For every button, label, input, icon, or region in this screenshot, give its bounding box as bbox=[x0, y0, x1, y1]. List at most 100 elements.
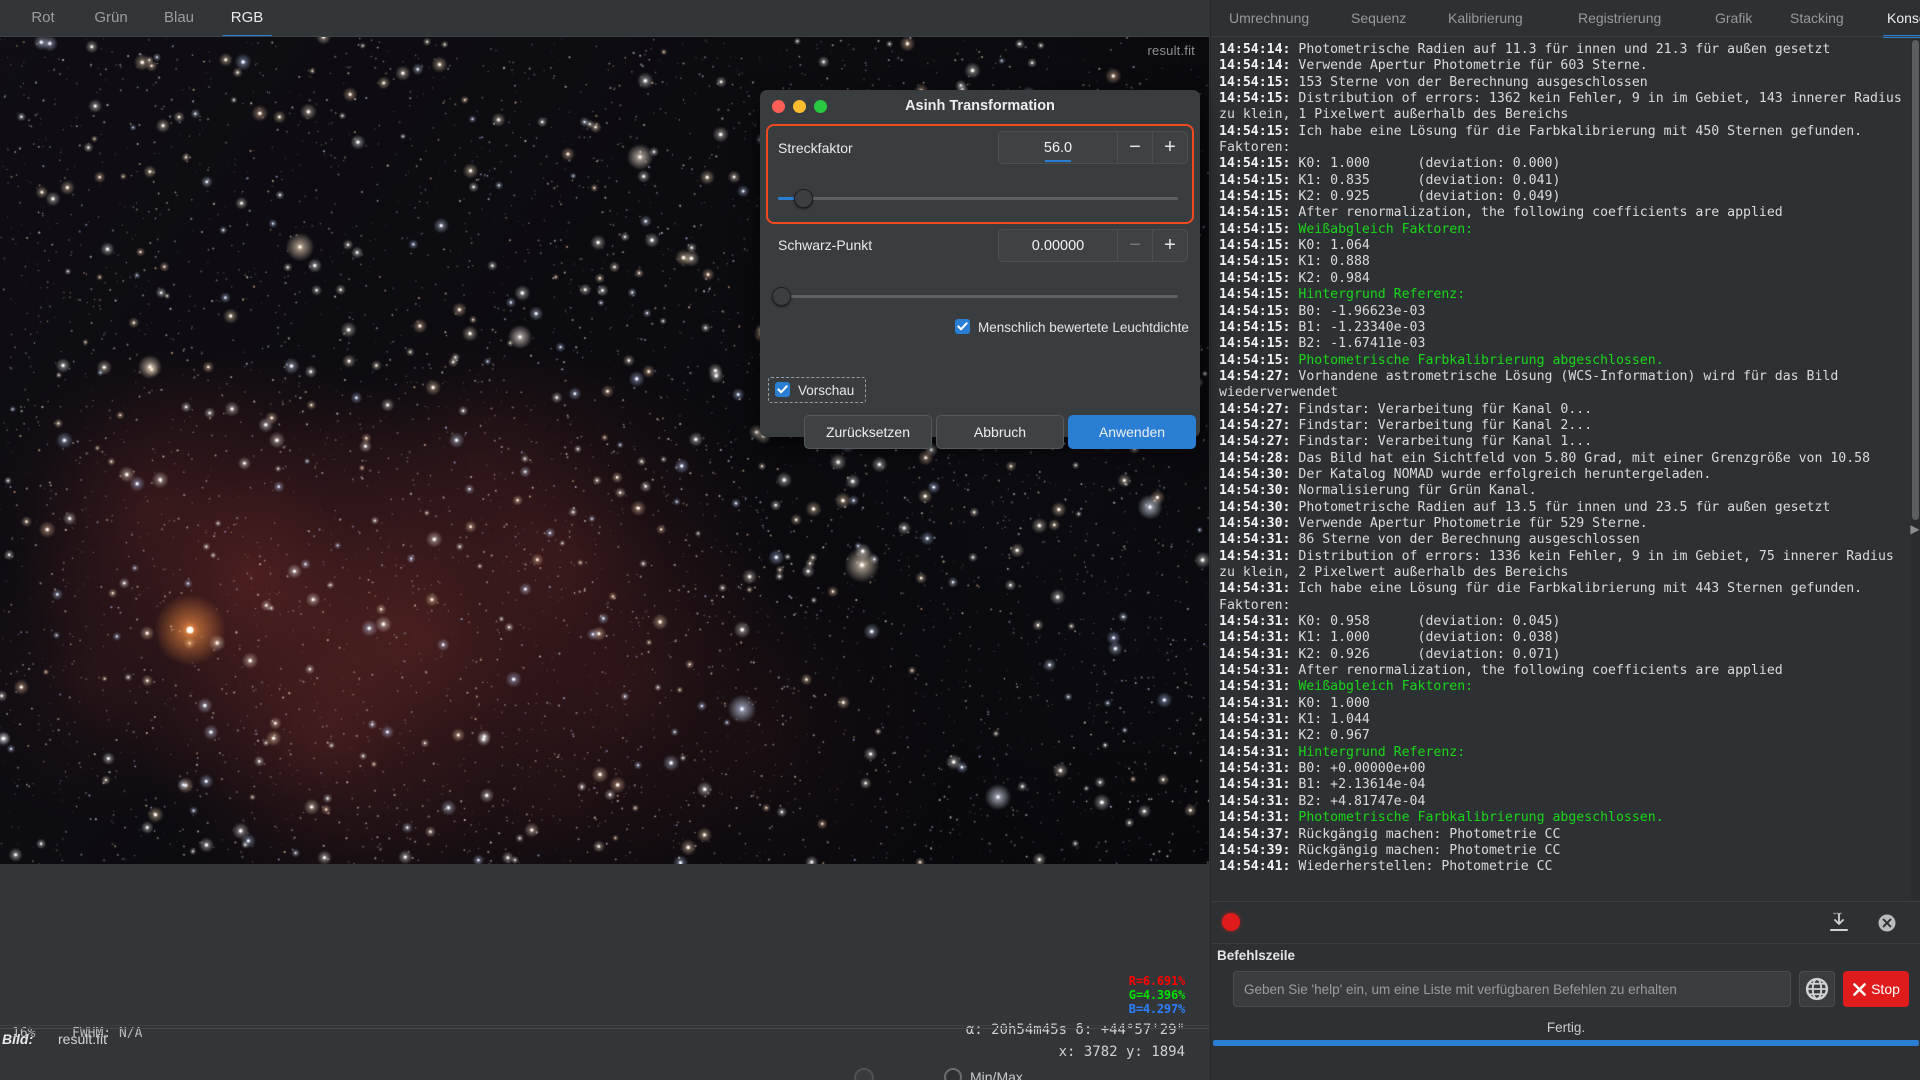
tab-umrechnung[interactable]: Umrechnung bbox=[1229, 5, 1309, 31]
channel-tab-label: Blau bbox=[163, 9, 195, 26]
tab-registrierung[interactable]: Registrierung bbox=[1578, 5, 1661, 31]
log-timestamp: 14:54:31: bbox=[1219, 695, 1291, 711]
log-message: Photometrische Radien auf 11.3 für innen… bbox=[1290, 42, 1831, 57]
reset-button[interactable]: Zurücksetzen bbox=[804, 415, 932, 449]
log-message: B0: -1.96623e-03 bbox=[1290, 303, 1426, 319]
log-message: Photometrische Farbkalibrierung abgeschl… bbox=[1290, 810, 1664, 826]
log-message: K2: 0.984 bbox=[1290, 270, 1370, 286]
human-luminance-checkbox[interactable] bbox=[955, 319, 970, 334]
display-knob[interactable] bbox=[854, 1068, 874, 1080]
tab-label: Grafik bbox=[1715, 10, 1753, 26]
tab-label: Kalibrierung bbox=[1448, 10, 1523, 26]
tab-kalibrierung[interactable]: Kalibrierung bbox=[1448, 5, 1523, 31]
console-log-line: 14:54:31: B2: +4.81747e-04 bbox=[1219, 794, 1907, 810]
console-log-line: 14:54:15: K2: 0.984 bbox=[1219, 271, 1907, 287]
clear-log-icon[interactable] bbox=[1877, 913, 1897, 933]
log-timestamp: 14:54:14: bbox=[1219, 42, 1291, 57]
log-message: Rückgängig machen: Photometrie CC bbox=[1290, 826, 1561, 842]
console-log-line: 14:54:31: Weißabgleich Faktoren: bbox=[1219, 679, 1907, 695]
log-message: B2: +4.81747e-04 bbox=[1290, 793, 1426, 809]
export-log-icon[interactable] bbox=[1827, 911, 1851, 935]
black-point-value-container[interactable]: 0.00000 bbox=[999, 230, 1117, 261]
log-timestamp: 14:54:30: bbox=[1219, 499, 1291, 515]
console-log-line: 14:54:31: K0: 0.958 (deviation: 0.045) bbox=[1219, 614, 1907, 630]
log-timestamp: 14:54:28: bbox=[1219, 450, 1291, 466]
console-log-line: 14:54:31: B1: +2.13614e-04 bbox=[1219, 777, 1907, 793]
stretch-factor-increment-button[interactable]: + bbox=[1153, 132, 1187, 163]
log-message: Vorhandene astrometrische Lösung (WCS-In… bbox=[1219, 368, 1847, 401]
command-help-globe-icon[interactable] bbox=[1799, 971, 1835, 1007]
console-log-line: 14:54:31: Distribution of errors: 1336 k… bbox=[1219, 549, 1907, 582]
log-timestamp: 14:54:31: bbox=[1219, 744, 1291, 760]
console-log-line: 14:54:31: Hintergrund Referenz: bbox=[1219, 745, 1907, 761]
console-log-line: 14:54:39: Rückgängig machen: Photometrie… bbox=[1219, 843, 1907, 859]
console-log-line: 14:54:15: Ich habe eine Lösung für die F… bbox=[1219, 124, 1907, 157]
tab-label: Stacking bbox=[1790, 10, 1844, 26]
channel-tab-blau[interactable]: Blau bbox=[148, 6, 210, 30]
channel-tab-grün[interactable]: Grün bbox=[80, 6, 142, 30]
stretch-factor-value-container[interactable]: 56.0 bbox=[999, 132, 1117, 163]
cancel-button[interactable]: Abbruch bbox=[936, 415, 1064, 449]
channel-tab-rgb[interactable]: RGB bbox=[216, 6, 278, 38]
console-scrollbar-thumb[interactable] bbox=[1912, 40, 1919, 520]
panel-expand-arrow-icon[interactable]: ▶ bbox=[1910, 520, 1920, 538]
log-timestamp: 14:54:15: bbox=[1219, 238, 1291, 254]
log-timestamp: 14:54:27: bbox=[1219, 401, 1291, 417]
console-log-line: 14:54:15: K0: 1.000 (deviation: 0.000) bbox=[1219, 156, 1907, 172]
channel-tab-label: Rot bbox=[31, 9, 55, 26]
console-log-line: 14:54:31: After renormalization, the fol… bbox=[1219, 663, 1907, 679]
stop-x-icon bbox=[1853, 982, 1866, 996]
console-log[interactable]: 14:54:14: Photometrische Radien auf 11.3… bbox=[1211, 38, 1913, 900]
tab-stacking[interactable]: Stacking bbox=[1790, 5, 1844, 31]
tab-konsole[interactable]: Konsole bbox=[1883, 5, 1920, 38]
log-message: K0: 0.958 (deviation: 0.045) bbox=[1290, 614, 1561, 630]
stretch-factor-spinbox[interactable]: 56.0 − + bbox=[998, 131, 1188, 164]
console-log-line: 14:54:15: Hintergrund Referenz: bbox=[1219, 287, 1907, 303]
log-message: K1: 0.888 bbox=[1290, 254, 1370, 270]
black-point-decrement-button[interactable]: − bbox=[1118, 230, 1152, 261]
log-message: K0: 1.000 bbox=[1290, 695, 1370, 711]
console-log-line: 14:54:27: Findstar: Verarbeitung für Kan… bbox=[1219, 418, 1907, 434]
stretch-factor-slider-handle[interactable] bbox=[794, 189, 813, 208]
console-log-line: 14:54:31: Ich habe eine Lösung für die F… bbox=[1219, 581, 1907, 614]
console-log-line: 14:54:15: Distribution of errors: 1362 k… bbox=[1219, 91, 1907, 124]
minmax-radio[interactable] bbox=[944, 1068, 962, 1080]
stretch-factor-slider-track[interactable] bbox=[778, 197, 1178, 200]
log-timestamp: 14:54:31: bbox=[1219, 728, 1291, 744]
preview-label: Vorschau bbox=[798, 383, 855, 398]
log-message: K2: 0.926 (deviation: 0.071) bbox=[1290, 646, 1561, 662]
log-timestamp: 14:54:41: bbox=[1219, 859, 1291, 875]
asinh-transformation-dialog[interactable]: Asinh Transformation Streckfaktor 56.0 −… bbox=[760, 90, 1200, 449]
rgb-pixel-readout: R=6.691% G=4.396% B=4.297% bbox=[1129, 974, 1185, 1016]
console-log-line: 14:54:15: After renormalization, the fol… bbox=[1219, 205, 1907, 221]
tab-label: Konsole bbox=[1887, 10, 1920, 26]
check-icon bbox=[957, 322, 968, 331]
stop-button[interactable]: Stop bbox=[1843, 971, 1909, 1007]
tab-grafik[interactable]: Grafik bbox=[1715, 5, 1752, 31]
console-log-line: 14:54:15: K2: 0.925 (deviation: 0.049) bbox=[1219, 189, 1907, 205]
dialog-titlebar[interactable]: Asinh Transformation bbox=[760, 90, 1200, 122]
black-point-slider-track[interactable] bbox=[778, 295, 1178, 298]
preview-checkbox[interactable] bbox=[775, 382, 790, 397]
log-timestamp: 14:54:37: bbox=[1219, 826, 1291, 842]
command-input[interactable] bbox=[1233, 971, 1791, 1007]
console-log-line: 14:54:31: Photometrische Farbkalibrierun… bbox=[1219, 810, 1907, 826]
console-scrollbar[interactable] bbox=[1911, 38, 1920, 900]
console-log-line: 14:54:31: K2: 0.926 (deviation: 0.071) bbox=[1219, 647, 1907, 663]
rgb-readout-red: R=6.691% bbox=[1128, 974, 1185, 988]
stretch-factor-decrement-button[interactable]: − bbox=[1118, 132, 1152, 163]
log-timestamp: 14:54:31: bbox=[1219, 548, 1291, 564]
log-message: Normalisierung für Grün Kanal. bbox=[1290, 483, 1537, 499]
console-log-line: 14:54:14: Photometrische Radien auf 11.3… bbox=[1219, 42, 1907, 58]
channel-tab-rot[interactable]: Rot bbox=[12, 6, 74, 30]
tab-sequenz[interactable]: Sequenz bbox=[1351, 5, 1406, 31]
black-point-increment-button[interactable]: + bbox=[1153, 230, 1187, 261]
log-message: Distribution of errors: 1362 kein Fehler… bbox=[1219, 91, 1910, 123]
apply-button[interactable]: Anwenden bbox=[1068, 415, 1196, 449]
black-point-slider-handle[interactable] bbox=[772, 287, 791, 306]
console-log-line: 14:54:31: 86 Sterne von der Berechnung a… bbox=[1219, 532, 1907, 548]
log-message: K1: 1.000 (deviation: 0.038) bbox=[1290, 630, 1561, 646]
black-point-spinbox[interactable]: 0.00000 − + bbox=[998, 229, 1188, 262]
dialog-title: Asinh Transformation bbox=[905, 98, 1055, 114]
log-timestamp: 14:54:31: bbox=[1219, 532, 1291, 548]
